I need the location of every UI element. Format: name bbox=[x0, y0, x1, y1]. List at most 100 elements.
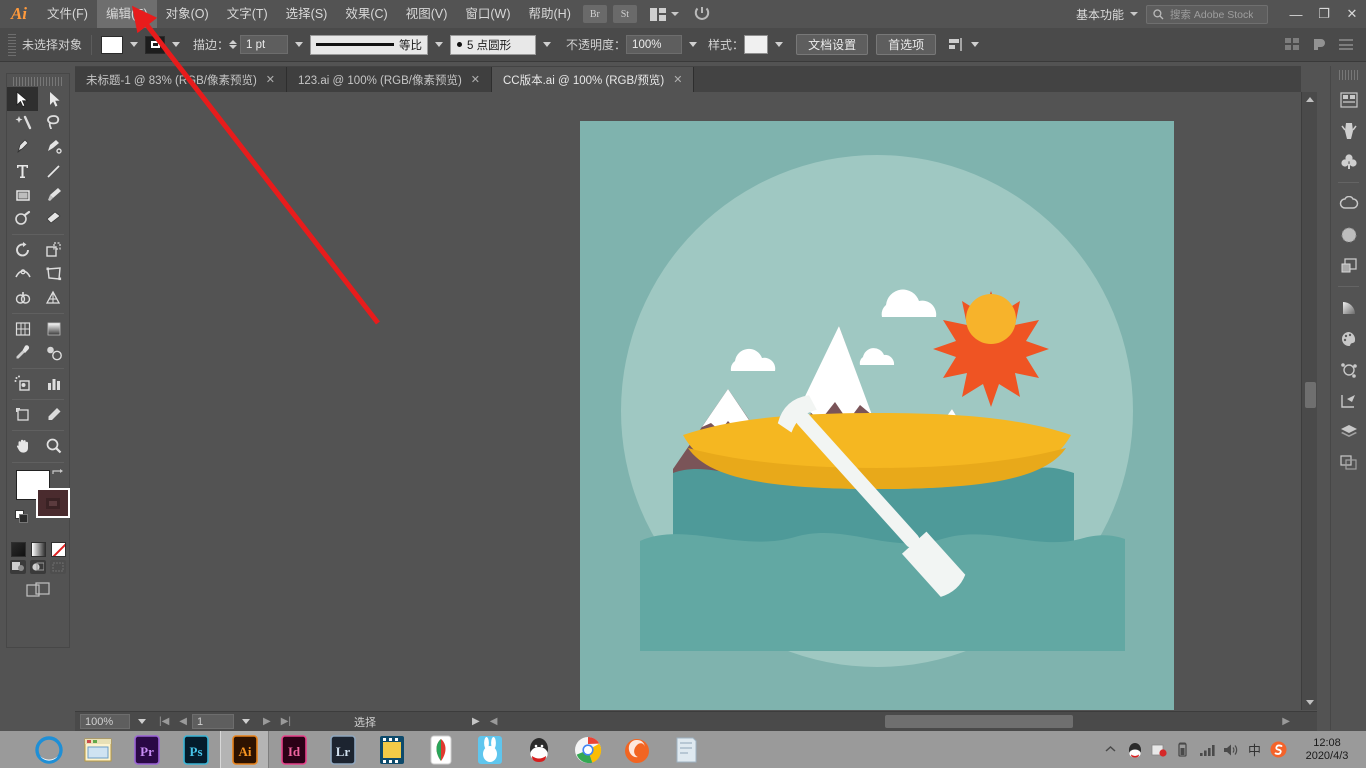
width-tool[interactable] bbox=[7, 262, 38, 286]
default-fill-stroke-icon[interactable] bbox=[15, 510, 28, 523]
status-collapse-arrow-icon[interactable]: ◀ bbox=[490, 716, 498, 727]
swap-fill-stroke-icon[interactable] bbox=[51, 469, 64, 485]
show-hidden-icons-chevron[interactable] bbox=[1102, 741, 1119, 758]
graphic-style-swatch[interactable] bbox=[744, 35, 769, 54]
free-transform-tool[interactable] bbox=[38, 262, 69, 286]
profile-chevron-down-icon[interactable] bbox=[435, 42, 444, 47]
stroke-weight-stepper[interactable] bbox=[229, 40, 238, 49]
control-bar-grip[interactable] bbox=[8, 33, 16, 56]
adobe-stock-search[interactable]: 搜索 Adobe Stock bbox=[1146, 4, 1268, 24]
opacity-input[interactable]: 100% bbox=[626, 35, 683, 54]
menu-item-6[interactable]: 视图(V) bbox=[397, 0, 457, 28]
close-icon[interactable]: ✕ bbox=[471, 73, 480, 86]
canvas-vertical-scrollbar[interactable] bbox=[1301, 92, 1317, 710]
none-fill-button[interactable] bbox=[50, 542, 66, 557]
color-guide-icon[interactable] bbox=[1331, 219, 1366, 250]
workspace-switcher[interactable]: 基本功能 bbox=[1070, 6, 1130, 23]
close-button[interactable]: ✕ bbox=[1338, 0, 1366, 28]
status-indicator-label[interactable]: 选择 bbox=[354, 714, 376, 730]
rectangle-tool[interactable] bbox=[7, 183, 38, 207]
draw-inside-button[interactable] bbox=[50, 560, 66, 574]
taskbar-app-rabbit-app[interactable] bbox=[465, 731, 514, 768]
hand-tool[interactable] bbox=[7, 434, 38, 458]
menu-item-1[interactable]: 编辑(E) bbox=[96, 0, 157, 28]
qq-tray-icon[interactable] bbox=[1126, 741, 1143, 758]
fill-chevron-down-icon[interactable] bbox=[130, 42, 139, 47]
zoom-chevron-down-icon[interactable] bbox=[138, 719, 146, 724]
security-tray-icon[interactable] bbox=[1150, 741, 1167, 758]
dock-grip[interactable] bbox=[1339, 70, 1358, 80]
zoom-tool[interactable] bbox=[38, 434, 69, 458]
perspective-grid-tool[interactable] bbox=[38, 286, 69, 310]
menu-item-0[interactable]: 文件(F) bbox=[38, 0, 97, 28]
minimize-button[interactable]: — bbox=[1282, 0, 1310, 28]
taskbar-app-premiere-pro[interactable]: Pr bbox=[122, 731, 171, 768]
tools-panel-grip[interactable] bbox=[13, 77, 63, 86]
close-icon[interactable]: ✕ bbox=[266, 73, 275, 86]
arrange-documents-icon[interactable] bbox=[649, 7, 679, 21]
taskbar-app-illustrator[interactable]: Ai bbox=[220, 731, 269, 768]
eyedropper-tool[interactable] bbox=[7, 341, 38, 365]
creative-cloud-libraries-icon[interactable] bbox=[1331, 188, 1366, 219]
status-expand-arrow-icon[interactable]: ▶ bbox=[472, 716, 480, 727]
document-tab-2[interactable]: CC版本.ai @ 100% (RGB/预览) ✕ bbox=[492, 67, 695, 92]
opacity-chevron-down-icon[interactable] bbox=[689, 42, 698, 47]
menu-item-3[interactable]: 文字(T) bbox=[218, 0, 277, 28]
previous-artboard-button[interactable]: ◀ bbox=[179, 716, 187, 727]
taskbar-app-indesign[interactable]: Id bbox=[269, 731, 318, 768]
search-input[interactable]: 搜索 Adobe Stock bbox=[1170, 7, 1253, 22]
menu-item-8[interactable]: 帮助(H) bbox=[520, 0, 580, 28]
toolbar-stroke-swatch[interactable] bbox=[36, 488, 70, 518]
magic-wand-tool[interactable] bbox=[7, 111, 38, 135]
gradient-panel-icon[interactable] bbox=[1331, 292, 1366, 323]
scroll-up-arrow-icon[interactable] bbox=[1306, 97, 1314, 102]
blend-tool[interactable] bbox=[38, 341, 69, 365]
stock-button[interactable]: St bbox=[612, 5, 637, 23]
panel-options-icon[interactable] bbox=[1339, 38, 1354, 51]
brush-chevron-down-icon[interactable] bbox=[543, 42, 552, 47]
draw-behind-button[interactable] bbox=[30, 560, 46, 574]
document-tab-0[interactable]: 未标题-1 @ 83% (RGB/像素预览) ✕ bbox=[75, 67, 287, 92]
curvature-tool[interactable] bbox=[38, 135, 69, 159]
taskbar-clock[interactable]: 12:08 2020/4/3 bbox=[1294, 737, 1360, 763]
pen-tool[interactable] bbox=[7, 135, 38, 159]
line-segment-tool[interactable] bbox=[38, 159, 69, 183]
color-panel-icon[interactable] bbox=[1331, 323, 1366, 354]
next-artboard-button[interactable]: ▶ bbox=[263, 716, 271, 727]
first-artboard-button[interactable]: |◀ bbox=[159, 716, 169, 727]
eraser-tool[interactable] bbox=[38, 207, 69, 231]
recolor-artwork-icon[interactable] bbox=[1312, 38, 1327, 51]
preferences-button[interactable]: 首选项 bbox=[876, 34, 937, 55]
draw-normal-button[interactable] bbox=[10, 560, 26, 574]
sogou-input-icon[interactable] bbox=[1270, 741, 1287, 758]
transform-each-icon[interactable] bbox=[1285, 38, 1300, 51]
appearance-panel-icon[interactable] bbox=[1331, 354, 1366, 385]
home-screen-icon[interactable] bbox=[693, 4, 711, 25]
taskbar-app-chrome-browser[interactable] bbox=[563, 731, 612, 768]
artboard-tool[interactable] bbox=[7, 403, 38, 427]
lasso-tool[interactable] bbox=[38, 111, 69, 135]
artboard-number-input[interactable]: 1 bbox=[192, 714, 234, 729]
workspace-chevron-down-icon[interactable] bbox=[1130, 12, 1138, 16]
stroke-chevron-down-icon[interactable] bbox=[172, 42, 181, 47]
volume-icon[interactable] bbox=[1222, 741, 1239, 758]
slice-tool[interactable] bbox=[38, 403, 69, 427]
taskbar-app-notes-app[interactable] bbox=[661, 731, 710, 768]
stroke-color-swatch[interactable] bbox=[145, 35, 166, 54]
horizontal-scroll-thumb[interactable] bbox=[885, 715, 1073, 728]
properties-panel-icon[interactable] bbox=[1331, 84, 1366, 115]
mesh-tool[interactable] bbox=[7, 317, 38, 341]
scroll-down-arrow-icon[interactable] bbox=[1306, 700, 1314, 705]
layers-panel-icon[interactable] bbox=[1331, 416, 1366, 447]
paintbrush-tool[interactable] bbox=[38, 183, 69, 207]
taskbar-app-firefox-browser[interactable] bbox=[612, 731, 661, 768]
taskbar-app-qq-messenger[interactable] bbox=[514, 731, 563, 768]
canvas-area[interactable] bbox=[75, 92, 1301, 710]
document-setup-button[interactable]: 文档设置 bbox=[796, 34, 869, 55]
screen-mode-button[interactable] bbox=[7, 578, 69, 598]
variable-width-profile-select[interactable]: 等比 bbox=[310, 34, 429, 55]
bridge-button[interactable]: Br bbox=[582, 5, 607, 23]
menu-item-5[interactable]: 效果(C) bbox=[336, 0, 396, 28]
style-chevron-down-icon[interactable] bbox=[775, 42, 784, 47]
stroke-weight-chevron-down-icon[interactable] bbox=[295, 42, 304, 47]
